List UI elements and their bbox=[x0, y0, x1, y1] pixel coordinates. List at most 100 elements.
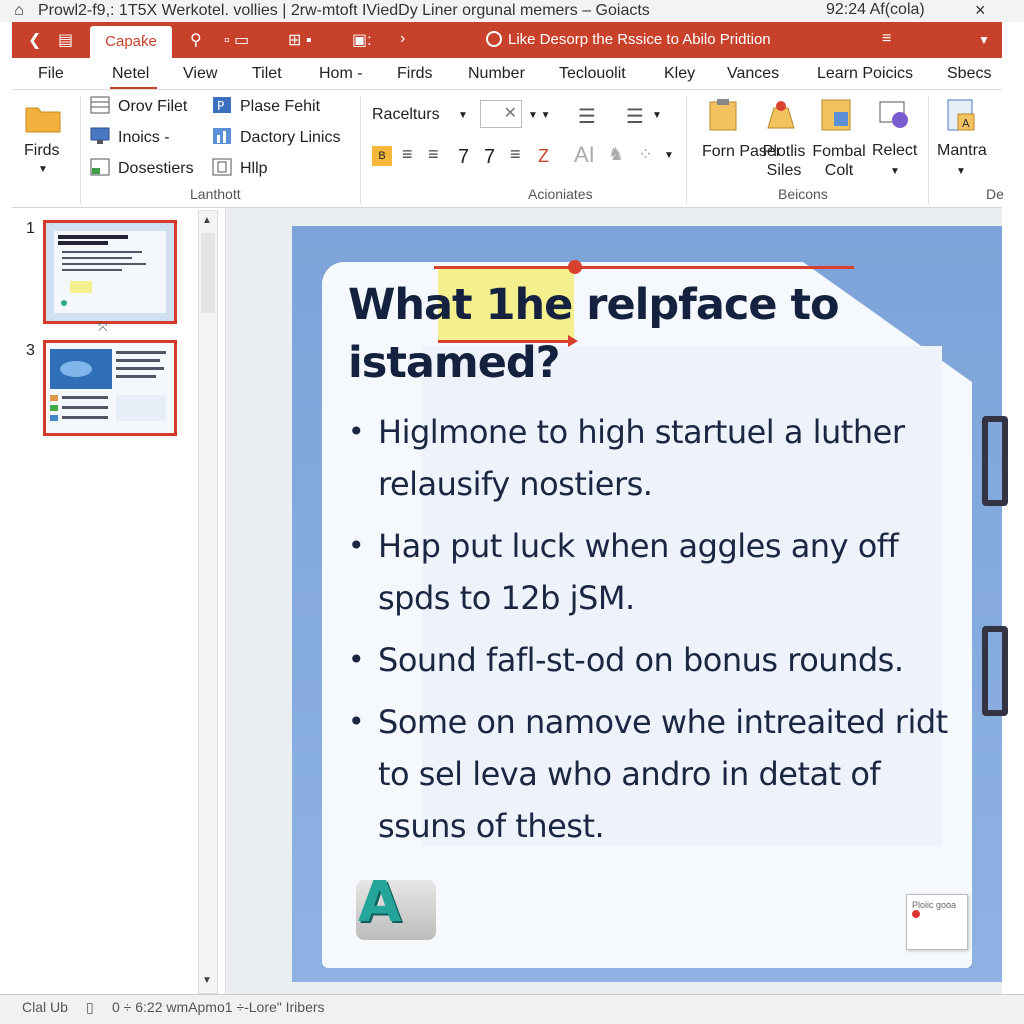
slide-thumbnail-1[interactable] bbox=[43, 220, 177, 324]
save-icon[interactable]: ▤ bbox=[58, 30, 73, 50]
dactory-linics-button[interactable]: Dactory Linics bbox=[212, 127, 340, 147]
inoics-button[interactable]: Inoics - bbox=[90, 127, 170, 147]
paint-icon[interactable]: ♞ bbox=[608, 144, 624, 165]
arrange-dropdown-icon[interactable]: ▼ bbox=[664, 150, 674, 161]
svg-text:A: A bbox=[962, 117, 970, 130]
tab-vances[interactable]: Vances bbox=[727, 65, 779, 83]
highlight-icon[interactable]: B bbox=[372, 146, 392, 166]
scroll-down-icon[interactable]: ▼ bbox=[202, 975, 212, 986]
thumbnail-number: 1 bbox=[26, 220, 35, 237]
size-dropdown-icon[interactable]: ▼ ▼ bbox=[528, 110, 551, 121]
hllp-button[interactable]: Hllp bbox=[212, 158, 268, 178]
slide-canvas[interactable]: What 1he relpface to istamed? Higlmone t… bbox=[226, 208, 1008, 994]
indent-icon[interactable]: ≡ bbox=[510, 144, 521, 165]
back-icon[interactable]: ❮ bbox=[28, 30, 41, 50]
close-icon[interactable]: × bbox=[975, 0, 986, 21]
dosestiers-button[interactable]: Dosestiers bbox=[90, 158, 194, 178]
mantra-button[interactable]: Mantra bbox=[937, 142, 987, 160]
folder-icon[interactable] bbox=[24, 100, 61, 134]
home-icon[interactable]: ⌂ bbox=[0, 2, 38, 20]
slide-title[interactable]: What 1he relpface to istamed? bbox=[348, 276, 848, 392]
more-icon[interactable]: › bbox=[400, 30, 405, 48]
plotlis-siles-button[interactable]: Plotlis Siles bbox=[756, 142, 812, 180]
print-icon[interactable]: ▣: bbox=[352, 30, 372, 50]
tab-number[interactable]: Number bbox=[468, 65, 525, 83]
status-details: 0 ÷ 6:22 wmApmo1 ÷-Lore" Iribers bbox=[112, 999, 325, 1015]
window-titlebar: ⌂ Prowl2-f9,: 1T5X Werkotel. vollies | 2… bbox=[0, 0, 1024, 22]
bullet-item[interactable]: Some on namove whe intreaited ridt to se… bbox=[348, 696, 948, 852]
bullet-item[interactable]: Sound fafl-st-od on bonus rounds. bbox=[348, 634, 948, 686]
move-cursor-icon: ⤧ bbox=[98, 320, 108, 334]
font-selector[interactable]: Racelturs bbox=[372, 106, 440, 124]
list-icon[interactable]: ☰ bbox=[578, 104, 596, 129]
group-label-acioniates: Acioniates bbox=[528, 186, 593, 202]
grid-icon[interactable]: ⊞ ▪ bbox=[288, 30, 312, 50]
slide-thumbnail-pane: 1 ⤧ 3 ▲ ▼ bbox=[12, 208, 226, 994]
tab-view[interactable]: View bbox=[183, 65, 217, 83]
separator bbox=[360, 96, 361, 204]
tab-kley[interactable]: Kley bbox=[664, 65, 695, 83]
tab-home[interactable]: Hom - bbox=[319, 65, 363, 83]
group-label-beicons: Beicons bbox=[778, 186, 828, 202]
font-dropdown-icon[interactable]: ▼ bbox=[458, 110, 468, 121]
scroll-thumb[interactable] bbox=[201, 233, 215, 313]
comment-dot-icon bbox=[912, 910, 920, 918]
notes-icon[interactable]: ▯ bbox=[86, 999, 94, 1016]
tab-file[interactable]: File bbox=[38, 65, 64, 83]
pin-icon[interactable]: ⚲ bbox=[190, 30, 202, 50]
font-size-input[interactable]: ✕ bbox=[480, 100, 522, 128]
separator bbox=[686, 96, 687, 204]
tab-teclouolit[interactable]: Teclouolit bbox=[559, 65, 626, 83]
chevron-down-icon[interactable]: ▼ bbox=[978, 33, 990, 47]
relect-dropdown-icon[interactable]: ▼ bbox=[890, 166, 900, 177]
monitor-icon bbox=[90, 127, 110, 145]
thumbnail-scrollbar[interactable]: ▲ ▼ bbox=[198, 210, 218, 994]
image-icon[interactable] bbox=[820, 98, 854, 132]
tab-tilet[interactable]: Tilet bbox=[252, 65, 282, 83]
format-glyph-2[interactable]: 7 bbox=[484, 146, 495, 169]
table-icon bbox=[90, 96, 110, 114]
format-glyph-1[interactable]: 7 bbox=[458, 146, 469, 169]
svg-text:P: P bbox=[217, 99, 224, 113]
bullet-item[interactable]: Hap put luck when aggles any off spds to… bbox=[348, 520, 948, 624]
fombal-colt-button[interactable]: Fombal Colt bbox=[810, 142, 868, 180]
menu-icon[interactable]: ≡ bbox=[882, 30, 891, 48]
clipboard-icon[interactable] bbox=[706, 98, 740, 132]
clock-icon bbox=[486, 31, 502, 47]
numbering-icon[interactable]: ≡ bbox=[428, 144, 439, 165]
tab-learn-poicics[interactable]: Learn Poicics bbox=[817, 65, 913, 83]
tab-netel[interactable]: Netel bbox=[109, 65, 158, 89]
selection-line[interactable] bbox=[434, 266, 854, 269]
status-slide-info: Clal Ub bbox=[22, 999, 68, 1015]
selection-handle[interactable] bbox=[568, 260, 582, 274]
relect-button[interactable]: Relect bbox=[872, 142, 917, 160]
document-icon[interactable]: A bbox=[944, 98, 978, 132]
bullet-item[interactable]: Higlmone to high startuel a luther relau… bbox=[348, 406, 948, 510]
plase-fehit-button[interactable]: P Plase Fehit bbox=[212, 96, 320, 116]
align-icon[interactable]: ☰ bbox=[626, 104, 644, 129]
help-icon bbox=[212, 158, 232, 176]
logo-a-icon: A bbox=[356, 870, 436, 940]
tab-sbecs[interactable]: Sbecs bbox=[947, 65, 991, 83]
arrange-icon[interactable]: ⁘ bbox=[638, 144, 653, 165]
align-dropdown-icon[interactable]: ▼ bbox=[652, 110, 662, 121]
tab-active[interactable]: Capaƙe bbox=[90, 26, 172, 58]
tab-firds[interactable]: Firds bbox=[397, 65, 433, 83]
text-effect-icon[interactable]: AI bbox=[574, 142, 595, 168]
format-glyph-3[interactable]: Z bbox=[538, 146, 549, 167]
firds-dropdown-icon[interactable]: ▼ bbox=[38, 164, 48, 175]
firds-button[interactable]: Firds bbox=[24, 142, 60, 160]
bullet-list[interactable]: Higlmone to high startuel a luther relau… bbox=[348, 406, 948, 862]
picture-icon: P bbox=[212, 96, 232, 114]
select-icon[interactable] bbox=[878, 98, 912, 132]
slide[interactable]: What 1he relpface to istamed? Higlmone t… bbox=[292, 226, 1008, 982]
orov-filet-button[interactable]: Orov Filet bbox=[90, 96, 187, 116]
scroll-up-icon[interactable]: ▲ bbox=[202, 215, 212, 226]
bullets-icon[interactable]: ≡ bbox=[402, 144, 413, 165]
layout-icon[interactable]: ▫ ▭ bbox=[224, 30, 249, 50]
separator bbox=[928, 96, 929, 204]
mantra-dropdown-icon[interactable]: ▼ bbox=[956, 166, 966, 177]
bag-icon[interactable] bbox=[764, 98, 798, 132]
slide-thumbnail-3[interactable] bbox=[43, 340, 177, 436]
comment-note[interactable]: Ploiic gooa bbox=[906, 894, 968, 950]
